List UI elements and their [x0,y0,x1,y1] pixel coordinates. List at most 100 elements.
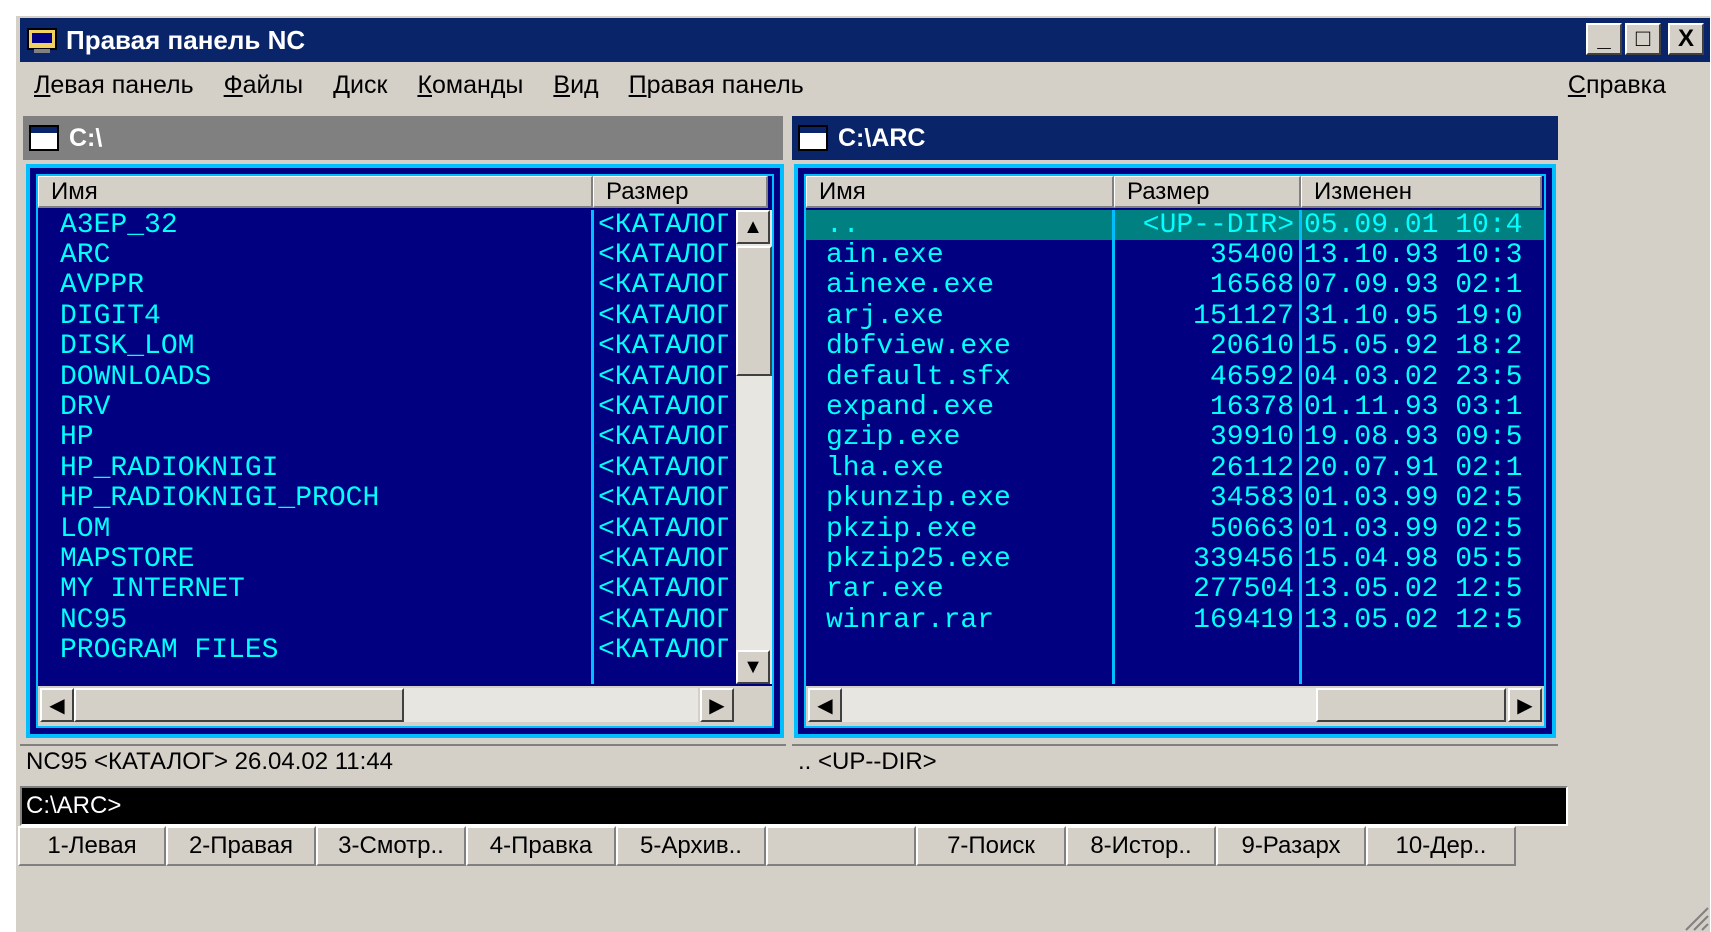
menu-help[interactable]: Справка [1568,71,1666,100]
file-size: <КАТАЛОГ> [598,544,728,575]
resize-grip-icon[interactable] [1680,902,1710,932]
right-column-divider-2 [1299,210,1302,684]
file-name: ainexe.exe [826,270,995,302]
scroll-up-icon[interactable]: ▲ [736,210,770,244]
right-hscroll-thumb[interactable] [1316,688,1506,722]
right-panel: Имя Размер Изменен .. <UP--DIR> 05.09.01 1… [794,164,1556,738]
title-bar[interactable]: Правая панель NC _ □ X [20,18,1710,62]
left-panel-header[interactable]: C:\ [23,116,783,160]
fkey-6-empty[interactable] [766,826,916,866]
list-item[interactable]: ain.exe 35400 13.10.93 10:3 [806,240,1544,270]
close-button[interactable]: X [1668,23,1704,55]
fkey-3-view[interactable]: 3-Смотр.. [316,826,466,866]
list-item[interactable]: pkzip.exe 50663 01.03.99 02:5 [806,514,1544,544]
menu-left-panel[interactable]: Левая панель [34,71,194,100]
list-item[interactable]: expand.exe 16378 01.11.93 03:1 [806,392,1544,422]
menu-disk[interactable]: Диск [333,71,387,100]
fkey-5-archive[interactable]: 5-Архив.. [616,826,766,866]
list-item[interactable]: DRV <КАТАЛОГ> [38,392,772,422]
list-item[interactable]: winrar.rar 169419 13.05.02 12:5 [806,605,1544,635]
left-panel-path: C:\ [69,123,103,152]
file-modified: 07.09.93 02:1 [1304,270,1523,302]
scroll-left-icon[interactable]: ◀ [808,688,842,722]
list-item[interactable]: MAPSTORE <КАТАЛОГ> [38,544,772,574]
list-item[interactable]: lha.exe 26112 20.07.91 02:1 [806,453,1544,483]
file-size: 35400 [1209,240,1294,271]
right-col-modified[interactable]: Изменен [1301,176,1542,208]
fkey-2-right[interactable]: 2-Правая [166,826,316,866]
left-col-size[interactable]: Размер [593,176,768,208]
list-item[interactable]: ainexe.exe 16568 07.09.93 02:1 [806,271,1544,301]
right-hscroll-track[interactable] [842,688,1316,722]
left-vertical-scrollbar[interactable]: ▲ ▼ [736,210,772,684]
list-item[interactable]: arj.exe 151127 31.10.95 19:0 [806,301,1544,331]
file-name: HP_RADIOKNIGI [60,453,279,484]
left-col-name[interactable]: Имя [38,176,593,208]
fkey-10-tree[interactable]: 10-Дер.. [1366,826,1516,866]
left-vscroll-thumb[interactable] [736,246,772,376]
fkey-1-left[interactable]: 1-Левая [18,826,166,866]
list-item[interactable]: gzip.exe 39910 19.08.93 09:5 [806,423,1544,453]
scroll-down-icon[interactable]: ▼ [736,650,770,684]
maximize-button[interactable]: □ [1625,23,1661,55]
list-item[interactable]: MY INTERNET <КАТАЛОГ> [38,575,772,605]
file-size: <КАТАЛОГ> [598,513,728,545]
file-name: MAPSTORE [60,544,195,575]
file-size: <КАТАЛОГ> [598,331,728,362]
file-size: 20610 [1209,331,1294,362]
list-item[interactable]: LOM <КАТАЛОГ> [38,514,772,544]
list-item[interactable]: rar.exe 277504 13.05.02 12:5 [806,575,1544,605]
scroll-left-icon[interactable]: ◀ [40,688,74,722]
menu-commands[interactable]: Команды [417,71,523,100]
file-size: 277504 [1193,574,1294,606]
fkey-7-search[interactable]: 7-Поиск [916,826,1066,866]
list-item[interactable]: DOWNLOADS <КАТАЛОГ> [38,362,772,392]
file-size: 50663 [1209,513,1294,545]
scroll-right-icon[interactable]: ▶ [700,688,734,722]
fkey-8-history[interactable]: 8-Истор.. [1066,826,1216,866]
right-panel-header[interactable]: C:\ARC [792,116,1558,160]
file-name: default.sfx [826,361,1011,393]
file-name: ain.exe [826,240,944,271]
file-modified: 01.03.99 02:5 [1304,513,1523,545]
file-size: 46592 [1209,361,1294,393]
list-item[interactable]: HP <КАТАЛОГ> [38,423,772,453]
file-name: DRV [60,392,111,423]
right-horizontal-scrollbar[interactable]: ◀ ▶ [806,686,1544,726]
minimize-button[interactable]: _ [1586,23,1622,55]
left-hscroll-track[interactable] [404,688,698,722]
scroll-right-icon[interactable]: ▶ [1508,688,1542,722]
list-item[interactable]: dbfview.exe 20610 15.05.92 18:2 [806,332,1544,362]
list-item-selected[interactable]: .. <UP--DIR> 05.09.01 10:4 [806,210,1544,241]
right-col-size[interactable]: Размер [1114,176,1301,208]
list-item[interactable]: pkzip25.exe 339456 15.04.98 05:5 [806,544,1544,574]
file-modified: 13.05.02 12:5 [1304,574,1523,606]
list-item[interactable]: AVPPR <КАТАЛОГ> [38,271,772,301]
command-line[interactable]: C:\ARC> [20,786,1568,826]
menu-files[interactable]: Файлы [224,71,303,100]
list-item[interactable]: NC95 <КАТАЛОГ> [38,605,772,635]
list-item[interactable]: DISK_LOM <КАТАЛОГ> [38,332,772,362]
list-item[interactable]: HP_RADIOKNIGI <КАТАЛОГ> [38,453,772,483]
list-item[interactable]: PROGRAM FILES <КАТАЛОГ> [38,635,772,665]
fkey-4-edit[interactable]: 4-Правка [466,826,616,866]
right-col-name[interactable]: Имя [806,176,1114,208]
file-name: dbfview.exe [826,331,1011,362]
list-item[interactable]: A3EP_32 <КАТАЛОГ> [38,210,772,240]
list-item[interactable]: ARC <КАТАЛОГ> [38,240,772,270]
left-hscroll-thumb[interactable] [74,688,404,722]
menu-view[interactable]: Вид [553,71,598,100]
file-name: AVPPR [60,270,145,302]
list-item[interactable]: HP_RADIOKNIGI_PROCH <КАТАЛОГ> [38,484,772,514]
left-file-list: A3EP_32 <КАТАЛОГ> ARC <КАТАЛОГ> AVPPR <КАТАЛО… [38,210,772,666]
fkey-9-extract[interactable]: 9-Разарх [1216,826,1366,866]
drive-icon [798,125,828,151]
list-item[interactable]: default.sfx 46592 04.03.02 23:5 [806,362,1544,392]
file-size: <КАТАЛОГ> [598,422,728,454]
menu-right-panel[interactable]: Правая панель [629,71,804,100]
file-size: 16568 [1209,270,1294,302]
left-horizontal-scrollbar[interactable]: ◀ ▶ [38,686,772,726]
file-modified: 05.09.01 10:4 [1304,210,1523,241]
list-item[interactable]: pkunzip.exe 34583 01.03.99 02:5 [806,484,1544,514]
list-item[interactable]: DIGIT4 <КАТАЛОГ> [38,301,772,331]
